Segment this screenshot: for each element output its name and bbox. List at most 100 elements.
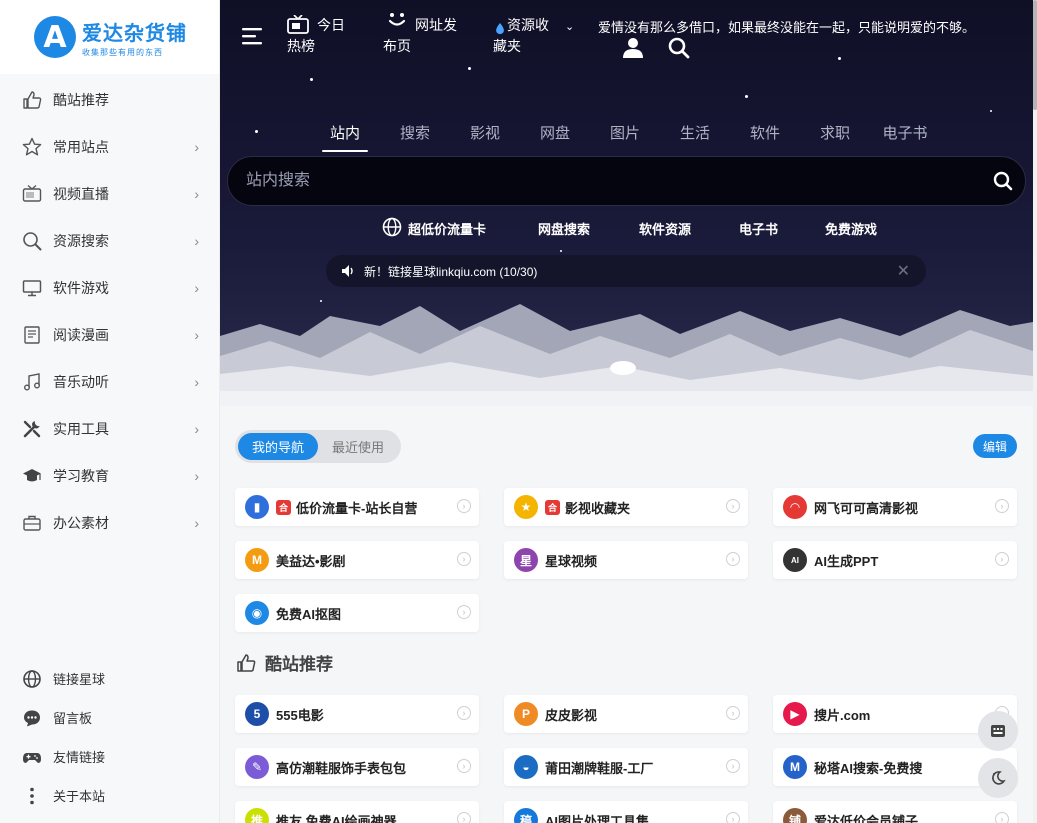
recommend-card-9[interactable]: 铺爱达低价会员铺子 › bbox=[773, 801, 1017, 823]
search-tab-4[interactable]: 网盘 bbox=[520, 122, 590, 152]
sidebar-bottom-item-3[interactable]: 友情链接 bbox=[0, 737, 220, 776]
thumbs-up-icon bbox=[22, 90, 42, 110]
search-bar bbox=[227, 156, 1026, 206]
hot-badge: 合 bbox=[276, 499, 291, 515]
site-logo-icon: ◉ bbox=[245, 601, 269, 625]
site-label: 莆田潮牌鞋服-工厂 bbox=[545, 760, 654, 776]
search-input[interactable] bbox=[246, 157, 966, 205]
sidebar-item-label: 友情链接 bbox=[53, 750, 106, 765]
tab-my-nav[interactable]: 我的导航 bbox=[238, 433, 318, 460]
my-nav-card-1[interactable]: ▮ 合低价流量卡-站长自营 › bbox=[235, 488, 479, 526]
my-nav-card-7[interactable]: ◉ 免费AI抠图 › bbox=[235, 594, 479, 632]
arrow-right-icon[interactable]: › bbox=[995, 812, 1009, 823]
site-label: 爱达低价会员铺子 bbox=[814, 813, 919, 823]
search-tab-3[interactable]: 影视 bbox=[450, 122, 520, 152]
search-tab-7[interactable]: 软件 bbox=[730, 122, 800, 152]
edit-button[interactable]: 编辑 bbox=[973, 434, 1017, 458]
hot-list-link[interactable]: 今日 热榜 bbox=[287, 14, 345, 57]
my-nav-card-6[interactable]: AI AI生成PPT › bbox=[773, 541, 1017, 579]
quick-link-free-games[interactable]: 免费游戏 bbox=[825, 219, 877, 238]
search-tab-6[interactable]: 生活 bbox=[660, 122, 730, 152]
dark-mode-button[interactable] bbox=[978, 758, 1018, 798]
arrow-right-icon[interactable]: › bbox=[726, 812, 740, 823]
tab-recent[interactable]: 最近使用 bbox=[318, 433, 398, 460]
arrow-right-icon[interactable]: › bbox=[726, 706, 740, 720]
url-publish-link[interactable]: 网址发 布页 bbox=[383, 13, 457, 57]
recommend-card-4[interactable]: ✎ 高仿潮鞋服饰手表包包 › bbox=[235, 748, 479, 786]
sidebar-item-label: 留言板 bbox=[53, 711, 93, 726]
sidebar-item-label: 视频直播 bbox=[53, 185, 109, 202]
sidebar-item-label: 酷站推荐 bbox=[53, 91, 109, 108]
search-tab-1[interactable]: 站内 bbox=[310, 122, 380, 152]
arrow-right-icon[interactable]: › bbox=[457, 759, 471, 773]
recommend-card-2[interactable]: P 皮皮影视 › bbox=[504, 695, 748, 733]
sidebar-bottom-item-1[interactable]: 链接星球 bbox=[0, 659, 220, 698]
arrow-right-icon[interactable]: › bbox=[726, 552, 740, 566]
my-nav-card-3[interactable]: ◠ 网飞可可高清影视 › bbox=[773, 488, 1017, 526]
sidebar-item-label: 阅读漫画 bbox=[53, 326, 109, 343]
chevron-right-icon: › bbox=[194, 467, 199, 484]
arrow-right-icon[interactable]: › bbox=[457, 499, 471, 513]
sidebar-item-1[interactable]: 酷站推荐 bbox=[0, 76, 219, 123]
arrow-right-icon[interactable]: › bbox=[457, 812, 471, 823]
quick-link-netdisk-search[interactable]: 网盘搜索 bbox=[538, 219, 590, 238]
page-scrollbar[interactable] bbox=[1033, 0, 1037, 823]
quick-link-ebook[interactable]: 电子书 bbox=[739, 219, 778, 238]
sidebar-item-4[interactable]: 资源搜索 › bbox=[0, 217, 219, 264]
sidebar-bottom-item-4[interactable]: 关于本站 bbox=[0, 776, 220, 815]
arrow-right-icon[interactable]: › bbox=[726, 499, 740, 513]
sidebar-item-10[interactable]: 办公素材 › bbox=[0, 499, 219, 546]
main-content: 我的导航 最近使用 编辑 ▮ 合低价流量卡-站长自营 › ★ 合影视收藏夹 › ◠ 网飞可可高… bbox=[220, 406, 1033, 823]
site-label: AI生成PPT bbox=[814, 553, 879, 569]
sidebar-item-5[interactable]: 软件游戏 › bbox=[0, 264, 219, 311]
recommend-card-5[interactable]: ◒ 莆田潮牌鞋服-工厂 › bbox=[504, 748, 748, 786]
book-icon bbox=[22, 325, 42, 345]
calculator-button[interactable] bbox=[978, 711, 1018, 751]
my-nav-card-5[interactable]: 星星球视频 › bbox=[504, 541, 748, 579]
arrow-right-icon[interactable]: › bbox=[726, 759, 740, 773]
search-tab-8[interactable]: 求职 bbox=[800, 122, 870, 152]
search-icon bbox=[22, 231, 42, 251]
sidebar-item-3[interactable]: 视频直播 › bbox=[0, 170, 219, 217]
chevron-right-icon: › bbox=[194, 373, 199, 390]
site-logo-icon: 5 bbox=[245, 702, 269, 726]
my-nav-card-2[interactable]: ★ 合影视收藏夹 › bbox=[504, 488, 748, 526]
recommend-card-8[interactable]: 稿 AI图片处理工具集 › bbox=[504, 801, 748, 823]
search-tab-2[interactable]: 搜索 bbox=[380, 122, 450, 152]
search-tab-5[interactable]: 图片 bbox=[590, 122, 660, 152]
hot-badge: 合 bbox=[545, 499, 560, 515]
top-search-icon[interactable] bbox=[668, 37, 690, 64]
chevron-right-icon: › bbox=[194, 326, 199, 343]
arrow-right-icon[interactable]: › bbox=[995, 552, 1009, 566]
close-icon[interactable]: ✕ bbox=[897, 261, 910, 281]
search-tabs: 站内 搜索 影视 网盘 图片 生活 软件 求职 电子书 bbox=[310, 122, 940, 152]
search-icon[interactable] bbox=[993, 171, 1013, 196]
my-nav-card-4[interactable]: M 美益达•影剧 › bbox=[235, 541, 479, 579]
sidebar-bottom-item-2[interactable]: 留言板 bbox=[0, 698, 220, 737]
announcement-bar[interactable]: 新！链接星球linkqiu.com (10/30) ✕ bbox=[326, 255, 926, 287]
sidebar-item-6[interactable]: 阅读漫画 › bbox=[0, 311, 219, 358]
arrow-right-icon[interactable]: › bbox=[457, 552, 471, 566]
recommend-card-7[interactable]: 推推友 免费AI绘画神器 › bbox=[235, 801, 479, 823]
user-icon[interactable] bbox=[622, 37, 644, 64]
site-label: 低价流量卡-站长自营 bbox=[296, 500, 418, 516]
scrollbar-thumb[interactable] bbox=[1033, 0, 1037, 110]
water-drop-icon bbox=[495, 20, 505, 40]
logo-mark: A bbox=[34, 16, 76, 58]
quick-link-data-card[interactable]: 超低价流量卡 bbox=[382, 217, 486, 240]
quick-link-software[interactable]: 软件资源 bbox=[639, 219, 691, 238]
recommend-card-1[interactable]: 5 555电影 › bbox=[235, 695, 479, 733]
graduation-cap-icon bbox=[22, 466, 42, 486]
resource-favorites-link[interactable]: 资源收 藏夹 ⌄ bbox=[493, 15, 574, 57]
sidebar-item-8[interactable]: 实用工具 › bbox=[0, 405, 219, 452]
search-tab-9[interactable]: 电子书 bbox=[870, 122, 940, 152]
globe-icon bbox=[22, 669, 42, 689]
arrow-right-icon[interactable]: › bbox=[995, 499, 1009, 513]
sidebar-item-7[interactable]: 音乐动听 › bbox=[0, 358, 219, 405]
sidebar-item-9[interactable]: 学习教育 › bbox=[0, 452, 219, 499]
arrow-right-icon[interactable]: › bbox=[457, 605, 471, 619]
site-logo[interactable]: A 爱达杂货铺 收集那些有用的东西 bbox=[0, 0, 219, 74]
sidebar-item-2[interactable]: 常用站点 › bbox=[0, 123, 219, 170]
site-label: 星球视频 bbox=[545, 553, 598, 569]
arrow-right-icon[interactable]: › bbox=[457, 706, 471, 720]
